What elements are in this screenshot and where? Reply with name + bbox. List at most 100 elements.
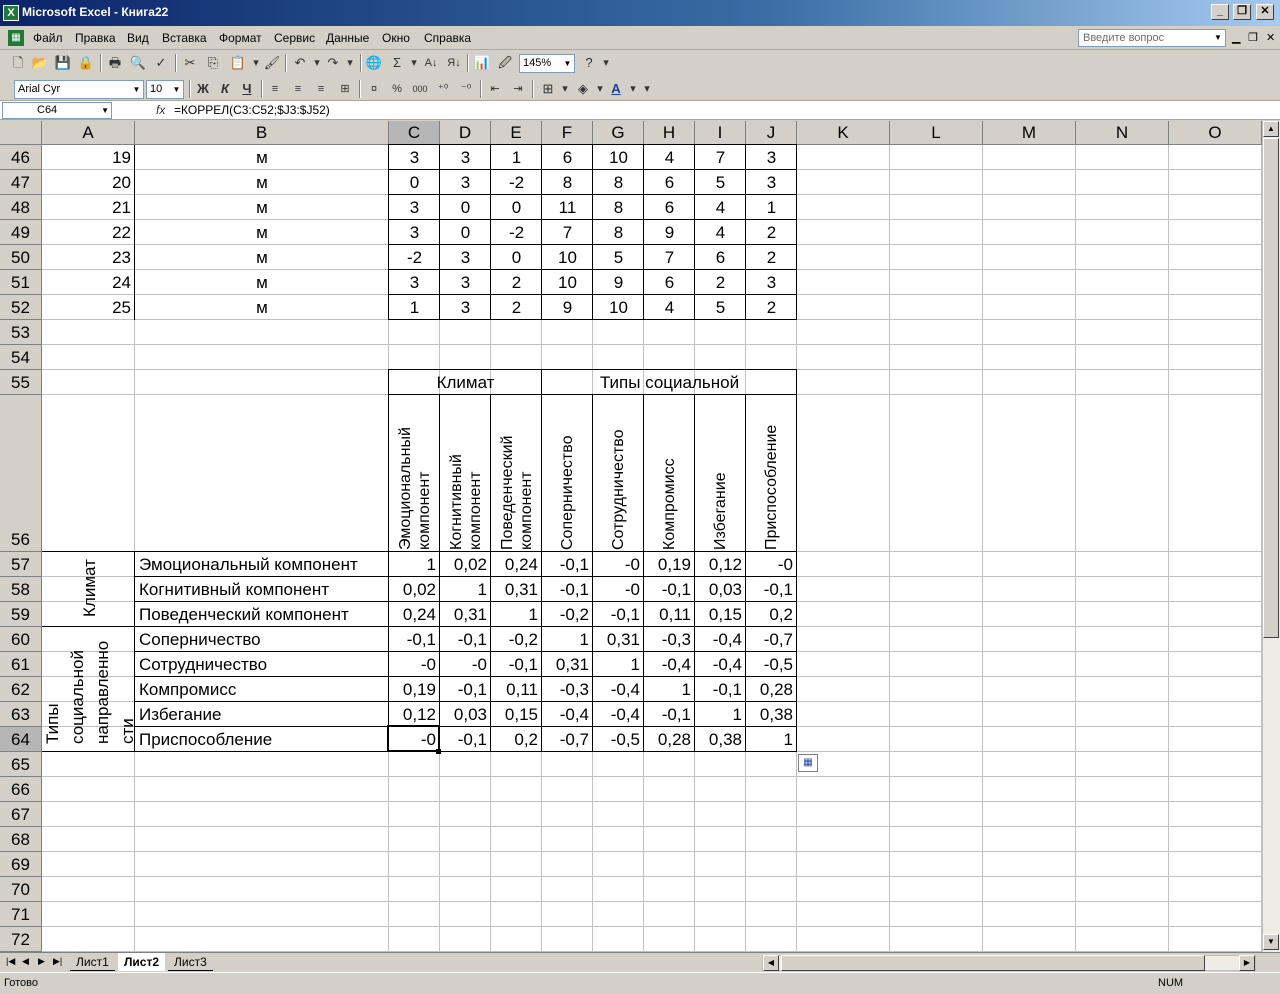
menu-format[interactable]: Формат <box>219 31 262 45</box>
cell-value[interactable]: м <box>135 295 389 320</box>
correlation-cell[interactable]: 1 <box>695 702 742 727</box>
column-header[interactable]: O <box>1169 121 1262 145</box>
doc-minimize-button[interactable]: ▁ <box>1232 31 1240 44</box>
cell-value[interactable]: 1 <box>746 195 797 220</box>
row-header[interactable]: 68 <box>0 827 42 852</box>
correlation-cell[interactable]: -0,2 <box>491 627 538 652</box>
column-header[interactable]: B <box>135 121 389 145</box>
matrix-row-label[interactable]: Приспособление <box>139 727 272 752</box>
correlation-cell[interactable]: -0,2 <box>542 602 589 627</box>
row-header[interactable]: 48 <box>0 195 42 220</box>
row-header[interactable]: 72 <box>0 927 42 952</box>
column-header[interactable]: I <box>695 121 746 145</box>
cell-value[interactable]: 4 <box>695 220 746 245</box>
scroll-left-icon[interactable]: ◀ <box>763 955 779 971</box>
correlation-cell[interactable]: -0 <box>440 652 487 677</box>
restore-button[interactable]: ❐ <box>1233 4 1251 20</box>
cell-value[interactable]: 1 <box>491 145 542 170</box>
correlation-cell[interactable]: -0,4 <box>542 702 589 727</box>
row-header[interactable]: 54 <box>0 345 42 370</box>
horizontal-scrollbar[interactable]: ◀ ▶ <box>762 955 1256 971</box>
menu-file[interactable]: Файл <box>33 31 63 45</box>
currency-icon[interactable]: ¤ <box>364 79 384 99</box>
cell-value[interactable]: 1 <box>389 295 440 320</box>
correlation-cell[interactable]: 0,38 <box>746 702 793 727</box>
column-header[interactable]: K <box>797 121 890 145</box>
row-header[interactable]: 69 <box>0 852 42 877</box>
row-header[interactable]: 58 <box>0 577 42 602</box>
matrix-row-label[interactable]: Поведенческий компонент <box>139 602 349 627</box>
new-icon[interactable]: 🗋 <box>8 53 28 73</box>
save-icon[interactable]: 💾 <box>53 53 73 73</box>
align-left-icon[interactable]: ≡ <box>265 79 285 99</box>
row-header[interactable]: 46 <box>0 145 42 170</box>
correlation-cell[interactable]: 0,11 <box>491 677 538 702</box>
excel-app-icon[interactable]: X <box>3 5 19 21</box>
correlation-cell[interactable]: -0,1 <box>440 677 487 702</box>
cell-value[interactable]: 19 <box>42 145 131 170</box>
correlation-cell[interactable]: -0,4 <box>593 702 640 727</box>
row-header[interactable]: 60 <box>0 627 42 652</box>
cell-value[interactable]: 2 <box>746 245 797 270</box>
cell-value[interactable]: 8 <box>593 170 644 195</box>
minimize-button[interactable]: _ <box>1211 4 1229 20</box>
correlation-cell[interactable]: -0 <box>389 652 436 677</box>
open-icon[interactable]: 📂 <box>30 53 50 73</box>
cell-value[interactable]: 6 <box>644 195 695 220</box>
column-header[interactable]: C <box>389 121 440 145</box>
cell-value[interactable]: 3 <box>389 145 440 170</box>
row-header[interactable]: 64 <box>0 727 42 752</box>
row-header[interactable]: 47 <box>0 170 42 195</box>
font-name-select[interactable]: Arial Cyr ▼ <box>14 80 144 99</box>
vertical-scrollbar[interactable]: ▲ ▼ <box>1262 121 1280 952</box>
redo-dropdown-icon[interactable]: ▾ <box>340 53 360 73</box>
row-header[interactable]: 59 <box>0 602 42 627</box>
correlation-cell[interactable]: 0,31 <box>491 577 538 602</box>
correlation-cell[interactable]: 0,02 <box>389 577 436 602</box>
hscroll-thumb[interactable] <box>781 955 1205 971</box>
paste-options-icon[interactable]: ▦ <box>798 754 818 772</box>
matrix-row-label[interactable]: Сотрудничество <box>139 652 267 677</box>
chevron-down-icon[interactable]: ▼ <box>1211 30 1225 46</box>
cell-value[interactable]: 5 <box>695 295 746 320</box>
cell-value[interactable]: 3 <box>389 270 440 295</box>
cut-icon[interactable]: ✂ <box>180 53 200 73</box>
doc-close-button[interactable]: ✕ <box>1266 31 1275 44</box>
correlation-cell[interactable]: -0,4 <box>695 652 742 677</box>
cell-value[interactable]: 7 <box>644 245 695 270</box>
cell-value[interactable]: 3 <box>389 195 440 220</box>
underline-button[interactable]: Ч <box>237 79 257 99</box>
print-icon[interactable]: 🖶 <box>105 53 125 73</box>
cell-value[interactable]: 6 <box>644 170 695 195</box>
sort-ascending-icon[interactable]: A↓ <box>421 53 441 73</box>
cell-value[interactable]: 2 <box>746 220 797 245</box>
cell-value[interactable]: -2 <box>389 245 440 270</box>
correlation-cell[interactable]: -0,4 <box>593 677 640 702</box>
cell-value[interactable]: 3 <box>440 145 491 170</box>
cell-value[interactable]: 5 <box>593 245 644 270</box>
correlation-cell[interactable]: 0,28 <box>746 677 793 702</box>
cell-value[interactable]: 8 <box>593 195 644 220</box>
row-header[interactable]: 49 <box>0 220 42 245</box>
merge-center-icon[interactable]: ⊞ <box>335 79 355 99</box>
insert-function-button[interactable]: fx <box>156 103 165 117</box>
scroll-up-icon[interactable]: ▲ <box>1263 121 1279 137</box>
correlation-cell[interactable]: 0,24 <box>491 552 538 577</box>
row-header[interactable]: 53 <box>0 320 42 345</box>
cell-value[interactable]: 8 <box>593 220 644 245</box>
italic-button[interactable]: К <box>215 79 235 99</box>
cell-value[interactable]: 0 <box>491 245 542 270</box>
correlation-cell[interactable]: -0,5 <box>746 652 793 677</box>
cell-value[interactable]: 0 <box>389 170 440 195</box>
cell-value[interactable]: 6 <box>695 245 746 270</box>
column-header[interactable]: H <box>644 121 695 145</box>
correlation-cell[interactable]: -0,1 <box>644 702 691 727</box>
correlation-cell[interactable]: 1 <box>746 727 793 752</box>
cell-value[interactable]: 20 <box>42 170 131 195</box>
cell-value[interactable]: м <box>135 170 389 195</box>
align-center-icon[interactable]: ≡ <box>288 79 308 99</box>
row-header[interactable]: 63 <box>0 702 42 727</box>
correlation-cell[interactable]: -0,1 <box>644 577 691 602</box>
name-box[interactable]: C64 ▼ <box>2 102 112 119</box>
correlation-cell[interactable]: 0,12 <box>389 702 436 727</box>
